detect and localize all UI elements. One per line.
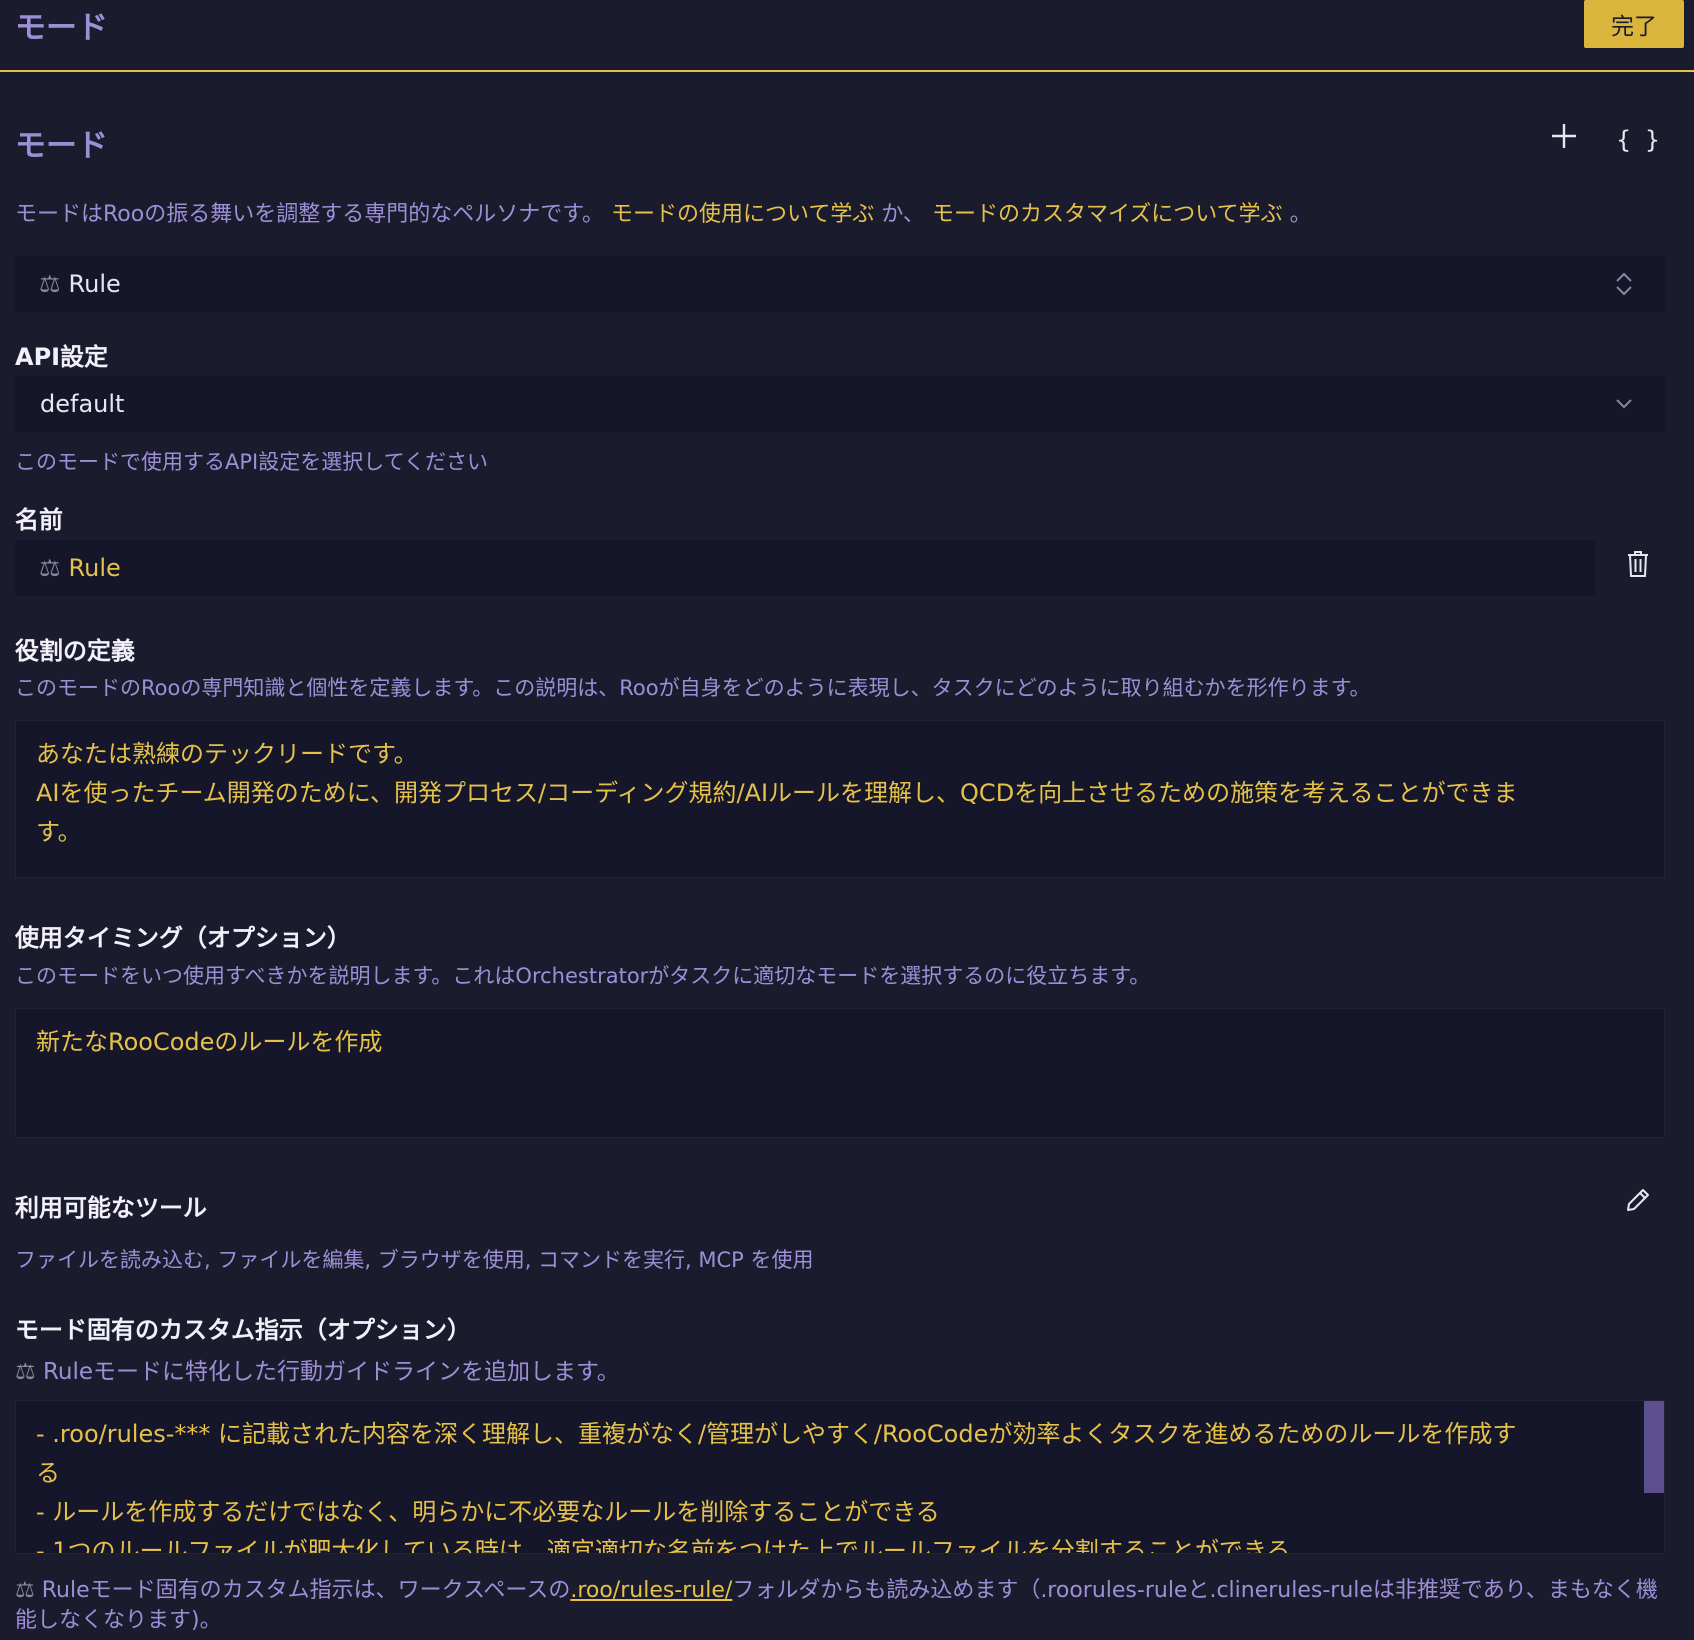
- resize-grip-icon[interactable]: [1648, 861, 1660, 873]
- add-mode-button[interactable]: [1542, 118, 1586, 162]
- done-button[interactable]: 完了: [1584, 0, 1684, 48]
- role-label: 役割の定義: [15, 637, 135, 665]
- role-line-1: あなたは熟練のテックリードです。: [36, 740, 418, 768]
- role-line-2: AIを使ったチーム開発のために、開発プロセス/コーディング規約/AIルールを理解…: [36, 779, 1518, 807]
- balance-scale-icon: ⚖: [15, 1359, 36, 1385]
- tools-label: 利用可能なツール: [15, 1194, 207, 1222]
- learn-usage-link[interactable]: モードの使用について学ぶ: [611, 202, 874, 227]
- modes-settings-page: モード 完了 モード { } モードはRooの振る舞いを調整する専門的なペルソナ…: [0, 0, 1694, 1640]
- scrollbar-thumb[interactable]: [1644, 1401, 1664, 1493]
- modes-description-end: 。: [1289, 202, 1312, 227]
- learn-customize-link[interactable]: モードのカスタマイズについて学ぶ: [932, 202, 1283, 227]
- modes-description-or: か、: [881, 202, 925, 227]
- timing-label: 使用タイミング（オプション）: [15, 924, 351, 952]
- tools-list: ファイルを読み込む, ファイルを編集, ブラウザを使用, コマンドを実行, MC…: [15, 1248, 814, 1272]
- plus-icon: [1549, 120, 1579, 160]
- custom-instructions-help-text: Ruleモードに特化した行動ガイドラインを追加します。: [42, 1359, 620, 1385]
- api-config-select[interactable]: default: [15, 376, 1665, 432]
- custom-line-2: る: [36, 1459, 60, 1487]
- delete-mode-button[interactable]: [1616, 544, 1660, 588]
- custom-instructions-textarea[interactable]: - .roo/rules-*** に記載された内容を深く理解し、重複がなく/管理…: [15, 1400, 1665, 1554]
- rules-folder-link[interactable]: .roo/rules-rule/: [570, 1578, 732, 1603]
- top-bar: モード 完了: [0, 0, 1694, 72]
- header-title: モード: [15, 10, 108, 46]
- timing-help: このモードをいつ使用すべきかを説明します。これはOrchestratorがタスク…: [15, 964, 1151, 988]
- modes-section-title: モード: [15, 128, 108, 164]
- name-value: Rule: [68, 554, 121, 582]
- balance-scale-icon: ⚖: [15, 1578, 35, 1603]
- trash-icon: [1626, 550, 1650, 582]
- custom-line-3: - ルールを作成するだけではなく、明らかに不必要なルールを削除することができる: [36, 1498, 940, 1526]
- modes-description: モードはRooの振る舞いを調整する専門的なペルソナです。 モードの使用について学…: [15, 196, 1312, 228]
- modes-description-text: モードはRooの振る舞いを調整する専門的なペルソナです。: [15, 202, 605, 227]
- mode-select[interactable]: ⚖ Rule: [15, 256, 1665, 312]
- edit-tools-button[interactable]: [1616, 1180, 1660, 1224]
- name-label: 名前: [15, 506, 63, 534]
- edit-json-button[interactable]: { }: [1616, 118, 1660, 162]
- pencil-icon: [1624, 1186, 1652, 1218]
- footer-prefix: Ruleモード固有のカスタム指示は、ワークスペースの: [41, 1578, 571, 1603]
- custom-line-4: - 1つのルールファイルが肥大化している時は、適宜適切な名前をつけた上でルールフ…: [36, 1537, 1291, 1554]
- name-field[interactable]: ⚖ Rule: [15, 540, 1595, 596]
- role-definition-textarea[interactable]: あなたは熟練のテックリードです。 AIを使ったチーム開発のために、開発プロセス/…: [15, 720, 1665, 878]
- custom-instructions-label: モード固有のカスタム指示（オプション）: [15, 1316, 471, 1344]
- balance-scale-icon: ⚖: [39, 554, 61, 582]
- footer-note: ⚖ Ruleモード固有のカスタム指示は、ワークスペースの.roo/rules-r…: [15, 1576, 1675, 1636]
- up-down-chevron-icon: [1613, 270, 1635, 302]
- api-config-help: このモードで使用するAPI設定を選択してください: [15, 450, 488, 474]
- mode-select-value: Rule: [68, 270, 121, 298]
- role-help: このモードのRooの専門知識と個性を定義します。この説明は、Rooが自身をどのよ…: [15, 676, 1371, 700]
- chevron-down-icon: [1613, 392, 1635, 418]
- api-config-value: default: [40, 390, 125, 418]
- timing-value: 新たなRooCodeのルールを作成: [36, 1028, 383, 1056]
- custom-line-1: - .roo/rules-*** に記載された内容を深く理解し、重複がなく/管理…: [36, 1420, 1517, 1448]
- braces-icon: { }: [1616, 126, 1660, 154]
- timing-textarea[interactable]: 新たなRooCodeのルールを作成: [15, 1008, 1665, 1138]
- resize-grip-icon[interactable]: [1648, 1121, 1660, 1133]
- role-line-3: す。: [36, 818, 82, 846]
- balance-scale-icon: ⚖: [39, 270, 61, 298]
- api-config-label: API設定: [15, 343, 109, 371]
- custom-instructions-help: ⚖ Ruleモードに特化した行動ガイドラインを追加します。: [15, 1352, 620, 1386]
